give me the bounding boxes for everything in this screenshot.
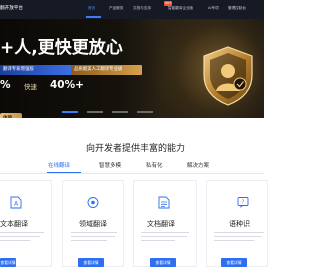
promo-percent-right: 40%+: [50, 79, 84, 91]
hot-badge: HOT: [164, 1, 172, 6]
document-a-icon: A: [10, 196, 22, 209]
nav-enterprise[interactable]: 智能翻译企业版: [168, 6, 193, 11]
domain-target-icon: [87, 197, 99, 208]
tab-solutions[interactable]: 解决方案: [187, 161, 209, 169]
nav-console[interactable]: 管理控制台: [228, 6, 246, 11]
tabs-divider: [0, 173, 264, 174]
promo-speed-label: 快速: [24, 83, 37, 91]
card-desc-document-translation: [141, 232, 189, 246]
card-title-text-translation: 文本翻译: [0, 220, 28, 228]
capabilities-title: 向开发者提供丰富的能力: [86, 144, 186, 154]
tab-private-deploy[interactable]: 私有化: [146, 161, 163, 169]
svg-text:A: A: [14, 201, 19, 208]
card-button-domain-translation[interactable]: 查看详情: [78, 258, 104, 267]
brand-logo-text[interactable]: 翻开放平台: [0, 5, 23, 11]
ai-shield-icon: [203, 46, 253, 106]
card-title-domain-translation: 领域翻译: [79, 220, 107, 228]
nav-docs[interactable]: 文档与支持: [133, 6, 151, 11]
card-title-language-identification: 语种识: [229, 220, 250, 228]
card-button-language-identification[interactable]: 查看详情: [221, 258, 247, 267]
hero-banner[interactable]: +人,更快更放心 翻译专家增强版 品质媲美人工翻译专业级 % 快速 40%+ 体…: [0, 19, 264, 118]
card-desc-language-identification: [214, 232, 264, 246]
carousel-dot[interactable]: [137, 111, 153, 113]
nav-active-underline: [86, 16, 101, 18]
tab-smart-multimodal[interactable]: 智慧多模: [99, 161, 121, 169]
carousel-dot[interactable]: [112, 111, 128, 113]
carousel-dot[interactable]: [87, 111, 103, 113]
badge-expert-enhanced: 翻译专家增强版: [0, 65, 73, 75]
card-button-document-translation[interactable]: 查看详情: [150, 258, 176, 267]
nav-home[interactable]: 首页: [88, 6, 95, 11]
carousel-dot[interactable]: [62, 111, 78, 113]
badge-human-quality: 品质媲美人工翻译专业级: [71, 65, 142, 75]
nav-products[interactable]: 产品服务: [109, 6, 123, 11]
card-title-document-translation: 文档翻译: [147, 220, 175, 228]
promo-percent-left: %: [0, 79, 11, 91]
card-button-text-translation[interactable]: 查看详情: [0, 258, 16, 267]
nav-ai[interactable]: AI专项: [208, 6, 219, 11]
card-desc-domain-translation: [71, 232, 117, 246]
file-icon: [158, 196, 170, 209]
card-desc-text-translation: [0, 232, 44, 246]
try-now-button[interactable]: 体验: [0, 113, 22, 118]
tab-online-translation[interactable]: 在线翻译: [48, 161, 70, 169]
svg-text:?: ?: [242, 200, 245, 206]
banner-headline: +人,更快更放心: [0, 38, 123, 58]
language-id-icon: ?: [237, 197, 249, 208]
top-nav-bar: 翻开放平台 首页 产品服务 文档与支持 智能翻译企业版 HOT AI专项 管理控…: [0, 0, 264, 19]
